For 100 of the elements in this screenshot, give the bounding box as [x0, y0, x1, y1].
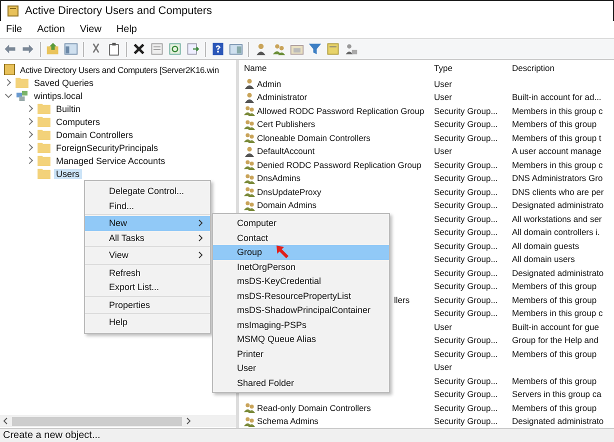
table-cell: DNS clients who are per	[512, 186, 604, 197]
menu-item[interactable]: MSMQ Queue Alias	[213, 332, 389, 346]
console-icon	[3, 64, 17, 75]
menu-item[interactable]: Refresh	[85, 266, 210, 280]
column-header[interactable]: Description	[510, 63, 614, 74]
table-cell: Security Group...	[434, 119, 498, 130]
up-folder-icon[interactable]	[46, 42, 60, 56]
menu-item[interactable]: User	[213, 361, 389, 376]
menu-item[interactable]: Help	[85, 315, 210, 330]
table-cell: Security Group...	[434, 416, 498, 426]
menu-item[interactable]: Export List...	[85, 280, 210, 294]
table-cell: Members in this group c	[512, 308, 603, 318]
table-cell: Security Group...	[434, 376, 498, 386]
table-cell: Members of this group	[512, 348, 597, 359]
app-icon	[7, 5, 19, 17]
table-cell: Security Group...	[434, 254, 498, 264]
clipboard-icon[interactable]	[107, 42, 121, 56]
menu-item[interactable]: Delegate Control...	[85, 184, 210, 198]
menu-item[interactable]: Action	[37, 24, 65, 35]
menu-item[interactable]: New	[85, 216, 210, 230]
group-icon	[244, 186, 255, 198]
menu-item[interactable]: All Tasks	[85, 230, 210, 245]
table-cell: Security Group...	[434, 335, 498, 346]
menu-item[interactable]: Properties	[85, 298, 210, 312]
chevron-icon[interactable]	[26, 118, 34, 126]
export-icon[interactable]	[186, 42, 200, 56]
table-cell: Denied RODC Password Replication Group	[257, 160, 422, 170]
chevron-icon[interactable]	[4, 92, 12, 100]
user-icon	[244, 92, 255, 103]
help-icon[interactable]	[211, 42, 225, 56]
table-cell: Security Group...	[434, 160, 498, 170]
menu-item[interactable]: Contact	[213, 230, 389, 245]
table-cell: DnsAdmins	[257, 173, 300, 184]
tree-item[interactable]: ForeignSecurityPrincipals	[54, 142, 160, 152]
menu-item[interactable]: File	[6, 24, 22, 35]
menu-item[interactable]: Group	[213, 245, 389, 260]
console-tree-icon[interactable]	[64, 42, 78, 56]
table-cell: Allowed RODC Password Replication Group	[257, 106, 424, 116]
table-cell: Cert Publishers	[257, 119, 316, 130]
menu-item[interactable]: msDS-KeyCredential	[213, 274, 389, 288]
group-icon	[244, 200, 255, 211]
panel-icon[interactable]	[229, 42, 243, 56]
user-icon[interactable]	[254, 42, 268, 56]
table-cell: All workstations and ser	[512, 214, 602, 224]
table-cell: All domain users	[512, 254, 575, 264]
users-icon[interactable]	[344, 42, 358, 56]
table-cell: Members in this group c	[512, 160, 603, 170]
menu-item[interactable]: Help	[116, 24, 137, 35]
menu-item[interactable]: msDS-ShadowPrincipalContainer	[213, 303, 389, 318]
menu-item[interactable]: Computer	[213, 216, 389, 230]
delete-icon[interactable]	[132, 42, 146, 56]
tree-item[interactable]: wintips.local	[32, 90, 85, 100]
tree-item[interactable]: Users	[54, 168, 82, 178]
menu-item[interactable]: View	[80, 24, 102, 35]
back-arrow-icon[interactable]	[3, 42, 17, 56]
table-cell: DNS Administrators Gro	[512, 173, 603, 184]
tree-item[interactable]: Saved Queries	[32, 78, 96, 88]
column-header[interactable]: Name	[242, 63, 432, 74]
table-cell: Security Group...	[434, 106, 498, 116]
column-header[interactable]: Type	[432, 63, 510, 74]
table-cell: Security Group...	[434, 227, 498, 238]
menu-item[interactable]: View	[85, 248, 210, 262]
table-cell: Members of this group	[512, 402, 597, 413]
table-cell: Servers in this group ca	[512, 389, 602, 400]
folder-icon[interactable]	[290, 42, 304, 56]
table-cell: User	[434, 78, 452, 89]
tree-item[interactable]: Computers	[54, 116, 102, 126]
filter-icon[interactable]	[308, 42, 322, 56]
table-cell: llers	[394, 294, 410, 305]
table-cell: Schema Admins	[257, 416, 318, 426]
menu-item[interactable]: Find...	[85, 198, 210, 213]
menu-item[interactable]: msImaging-PSPs	[213, 318, 389, 332]
table-cell: Security Group...	[434, 132, 498, 143]
folder-icon	[37, 142, 51, 153]
table-cell: Designated administrato	[512, 200, 604, 210]
table-cell: Security Group...	[434, 200, 498, 210]
menu-item[interactable]: Printer	[213, 346, 389, 361]
menu-item[interactable]: Shared Folder	[213, 376, 389, 390]
refresh-icon[interactable]	[168, 42, 182, 56]
forward-arrow-icon[interactable]	[21, 42, 35, 56]
domain-icon	[15, 90, 29, 101]
table-cell: Security Group...	[434, 294, 498, 305]
window-title: Active Directory Users and Computers	[25, 5, 212, 17]
group-icon	[244, 105, 255, 116]
group-icon[interactable]	[272, 42, 286, 56]
table-cell: Built-in account for ad...	[512, 92, 602, 102]
table-cell: Security Group...	[434, 281, 498, 292]
tree-item[interactable]: Domain Controllers	[54, 130, 136, 140]
folder-icon	[37, 155, 51, 166]
table-cell: Domain Admins	[257, 200, 317, 210]
tree-item[interactable]: Managed Service Accounts	[54, 156, 168, 166]
table-cell: User	[434, 322, 452, 332]
tree-item[interactable]: Active Directory Users and Computers [Server2K16.win	[20, 64, 219, 74]
folder-icon	[37, 116, 51, 127]
menu-item[interactable]: msDS-ResourcePropertyList	[213, 288, 389, 303]
menu-item[interactable]: InetOrgPerson	[213, 260, 389, 274]
document-icon[interactable]	[326, 42, 340, 56]
table-cell: Security Group...	[434, 268, 498, 278]
horizontal-scrollbar[interactable]	[0, 415, 236, 427]
tree-item[interactable]: Builtin	[54, 104, 83, 114]
